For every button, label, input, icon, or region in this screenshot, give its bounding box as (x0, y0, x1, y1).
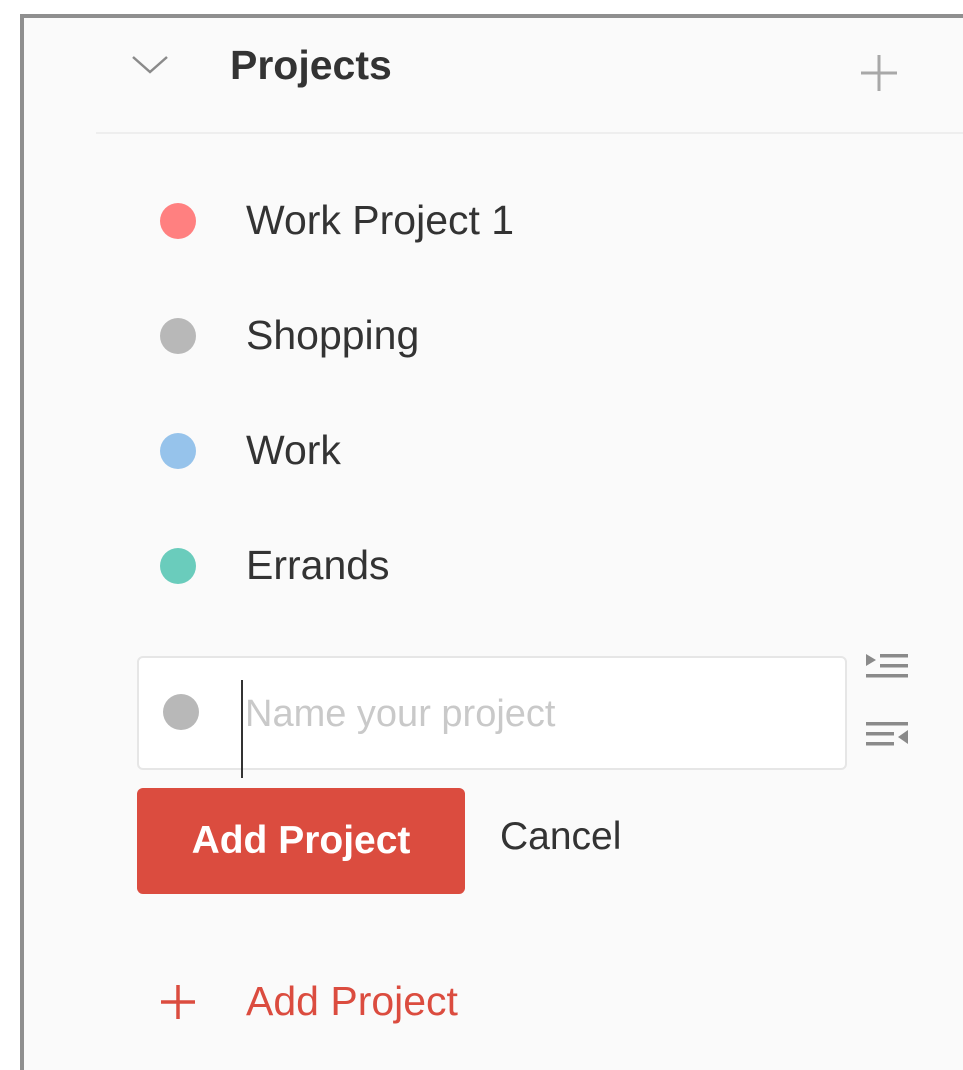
text-caret (241, 680, 243, 778)
add-project-link[interactable]: Add Project (158, 972, 558, 1032)
add-project-button[interactable]: Add Project (137, 788, 465, 894)
project-label: Work (246, 427, 341, 473)
projects-panel: Projects Work Project 1 Shopping Work Er… (20, 14, 963, 1070)
project-item-errands[interactable]: Errands (24, 508, 963, 623)
project-item-shopping[interactable]: Shopping (24, 278, 963, 393)
section-title: Projects (230, 42, 392, 88)
project-color-dot (160, 548, 196, 584)
new-project-editor (137, 656, 847, 778)
project-name-input[interactable] (245, 686, 825, 742)
project-color-dot (160, 203, 196, 239)
project-color-dot (160, 433, 196, 469)
cancel-button[interactable]: Cancel (500, 815, 621, 859)
project-list: Work Project 1 Shopping Work Errands (24, 163, 963, 623)
add-project-label: Add Project (246, 978, 458, 1024)
outdent-icon[interactable] (864, 718, 912, 754)
chevron-down-icon[interactable] (130, 50, 170, 80)
divider (96, 132, 963, 134)
plus-icon (158, 982, 198, 1022)
projects-section-header[interactable]: Projects (24, 18, 963, 132)
project-label: Errands (246, 542, 390, 588)
project-item-work-project-1[interactable]: Work Project 1 (24, 163, 963, 278)
project-label: Shopping (246, 312, 420, 358)
plus-icon[interactable] (858, 52, 900, 94)
project-label: Work Project 1 (246, 197, 515, 243)
project-color-dot (160, 318, 196, 354)
project-color-picker[interactable] (163, 694, 199, 730)
indent-icon[interactable] (864, 650, 912, 686)
project-item-work[interactable]: Work (24, 393, 963, 508)
